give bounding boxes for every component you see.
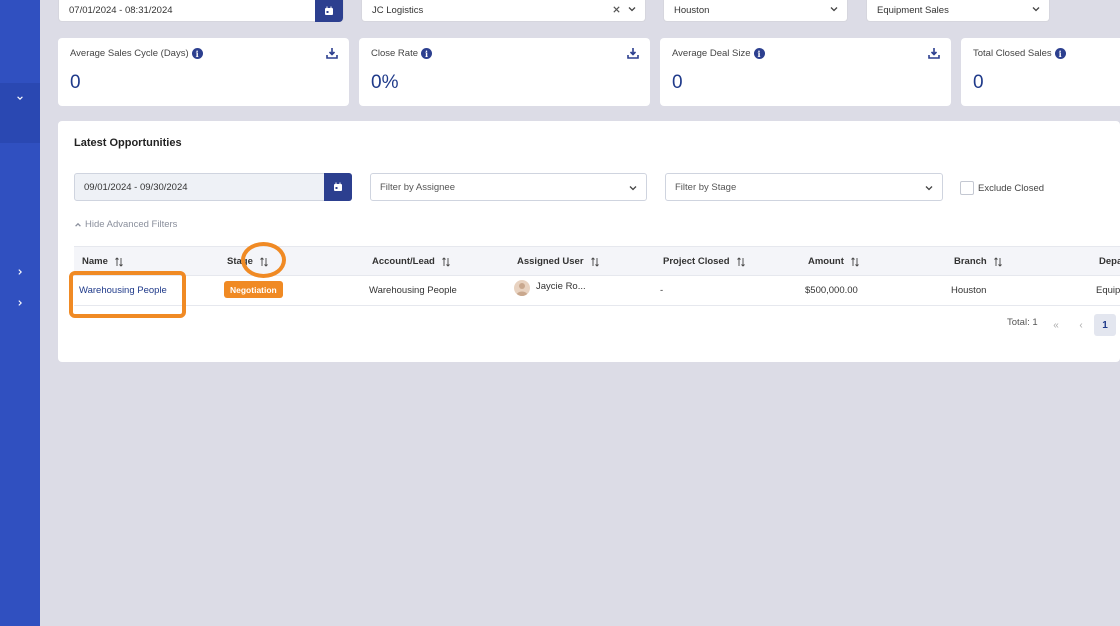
amount-cell: $500,000.00: [805, 285, 858, 296]
branch-cell: Houston: [951, 285, 987, 296]
kpi-card-close-rate: Close Rate i 0%: [359, 38, 650, 106]
assignee-filter[interactable]: Filter by Assignee: [370, 173, 647, 201]
chevron-down-icon[interactable]: [14, 92, 26, 104]
chevron-right-icon[interactable]: [14, 297, 26, 309]
kpi-value: 0: [70, 72, 81, 93]
column-header-name[interactable]: Name: [82, 256, 124, 267]
chevron-down-icon: [830, 7, 838, 12]
kpi-title: Close Rate: [371, 48, 418, 59]
download-icon[interactable]: [326, 47, 338, 59]
branch-select[interactable]: Houston: [663, 0, 848, 22]
sort-icon[interactable]: [114, 256, 124, 267]
kpi-value: 0%: [371, 72, 399, 93]
info-icon[interactable]: i: [191, 48, 203, 59]
sort-icon[interactable]: [590, 256, 600, 267]
chevron-up-icon: [75, 222, 81, 227]
avatar: [514, 280, 530, 296]
kpi-value: 0: [973, 72, 984, 93]
chevron-down-icon: [925, 186, 933, 191]
info-icon[interactable]: i: [1054, 48, 1066, 59]
clear-icon[interactable]: [612, 5, 621, 14]
top-date-range-field[interactable]: 07/01/2024 - 08:31/2024: [58, 0, 344, 22]
table-row[interactable]: Warehousing People Negotiation Warehousi…: [74, 276, 1120, 306]
sort-icon[interactable]: [441, 256, 451, 267]
kpi-card-total-closed-sales: Total Closed Sales i 0: [961, 38, 1120, 106]
kpi-card-sales-cycle: Average Sales Cycle (Days) i 0: [58, 38, 349, 106]
project-closed-cell: -: [660, 285, 664, 296]
calendar-icon: [325, 6, 333, 15]
top-date-range-value: 07/01/2024 - 08:31/2024: [69, 5, 173, 16]
column-header-branch[interactable]: Branch: [954, 256, 1003, 267]
sort-icon[interactable]: [736, 256, 746, 267]
sort-icon[interactable]: [850, 256, 860, 267]
stage-placeholder: Filter by Stage: [675, 181, 737, 193]
first-page-button[interactable]: «: [1045, 314, 1067, 336]
stage-filter[interactable]: Filter by Stage: [665, 173, 943, 201]
info-icon[interactable]: i: [753, 48, 765, 59]
customer-select[interactable]: JC Logistics: [361, 0, 646, 22]
chevron-down-icon: [1032, 7, 1040, 12]
chevron-right-icon[interactable]: [14, 266, 26, 278]
exclude-closed-label: Exclude Closed: [978, 182, 1045, 194]
sidebar: [0, 0, 40, 626]
highlight-box: [69, 271, 186, 318]
top-calendar-button[interactable]: [315, 0, 343, 22]
assignee-placeholder: Filter by Assignee: [380, 181, 455, 193]
column-header-amount[interactable]: Amount: [808, 256, 860, 267]
page-button[interactable]: 1: [1094, 314, 1116, 336]
advanced-filters-label: Hide Advanced Filters: [85, 219, 178, 230]
chevron-down-icon: [629, 186, 637, 191]
department-value: Equipment Sales: [877, 5, 949, 16]
kpi-value: 0: [672, 72, 683, 93]
sort-icon[interactable]: [993, 256, 1003, 267]
previous-page-button[interactable]: ‹: [1070, 314, 1092, 336]
chevron-down-icon: [628, 7, 636, 12]
info-icon[interactable]: i: [421, 48, 432, 59]
department-select[interactable]: Equipment Sales: [866, 0, 1050, 22]
opportunities-date-range-input[interactable]: 09/01/2024 - 09/30/2024: [74, 173, 352, 201]
customer-value: JC Logistics: [372, 5, 424, 16]
column-header-project-closed[interactable]: Project Closed: [663, 256, 746, 267]
download-icon[interactable]: [627, 47, 639, 59]
kpi-title: Total Closed Sales: [973, 48, 1052, 59]
column-header-department[interactable]: Depa: [1099, 256, 1120, 267]
kpi-title: Average Deal Size: [672, 48, 751, 59]
latest-opportunities-panel: Latest Opportunities 09/01/2024 - 09/30/…: [58, 121, 1120, 362]
highlight-circle: [241, 242, 286, 278]
panel-title: Latest Opportunities: [74, 137, 182, 149]
column-header-assigned-user[interactable]: Assigned User: [517, 256, 600, 267]
stage-badge: Negotiation: [224, 281, 283, 298]
branch-value: Houston: [674, 5, 710, 16]
download-icon[interactable]: [928, 47, 940, 59]
table-header: Name Stage Account/Lead Assigned User Pr…: [74, 246, 1120, 276]
assigned-user-cell: Jaycie Ro...: [536, 281, 586, 292]
department-cell: Equip: [1096, 285, 1120, 296]
kpi-card-average-deal-size: Average Deal Size i 0: [660, 38, 951, 106]
kpi-title: Average Sales Cycle (Days): [70, 48, 189, 59]
account-cell: Warehousing People: [369, 285, 457, 296]
column-header-account-lead[interactable]: Account/Lead: [372, 256, 451, 267]
exclude-closed-checkbox[interactable]: [960, 181, 974, 195]
calendar-button[interactable]: [324, 173, 352, 201]
hide-advanced-filters-link[interactable]: Hide Advanced Filters: [74, 219, 177, 230]
calendar-icon: [334, 182, 342, 191]
date-range-value: 09/01/2024 - 09/30/2024: [84, 181, 188, 193]
exclude-closed-toggle[interactable]: Exclude Closed: [960, 181, 1044, 195]
total-count: Total: 1: [1007, 317, 1038, 328]
